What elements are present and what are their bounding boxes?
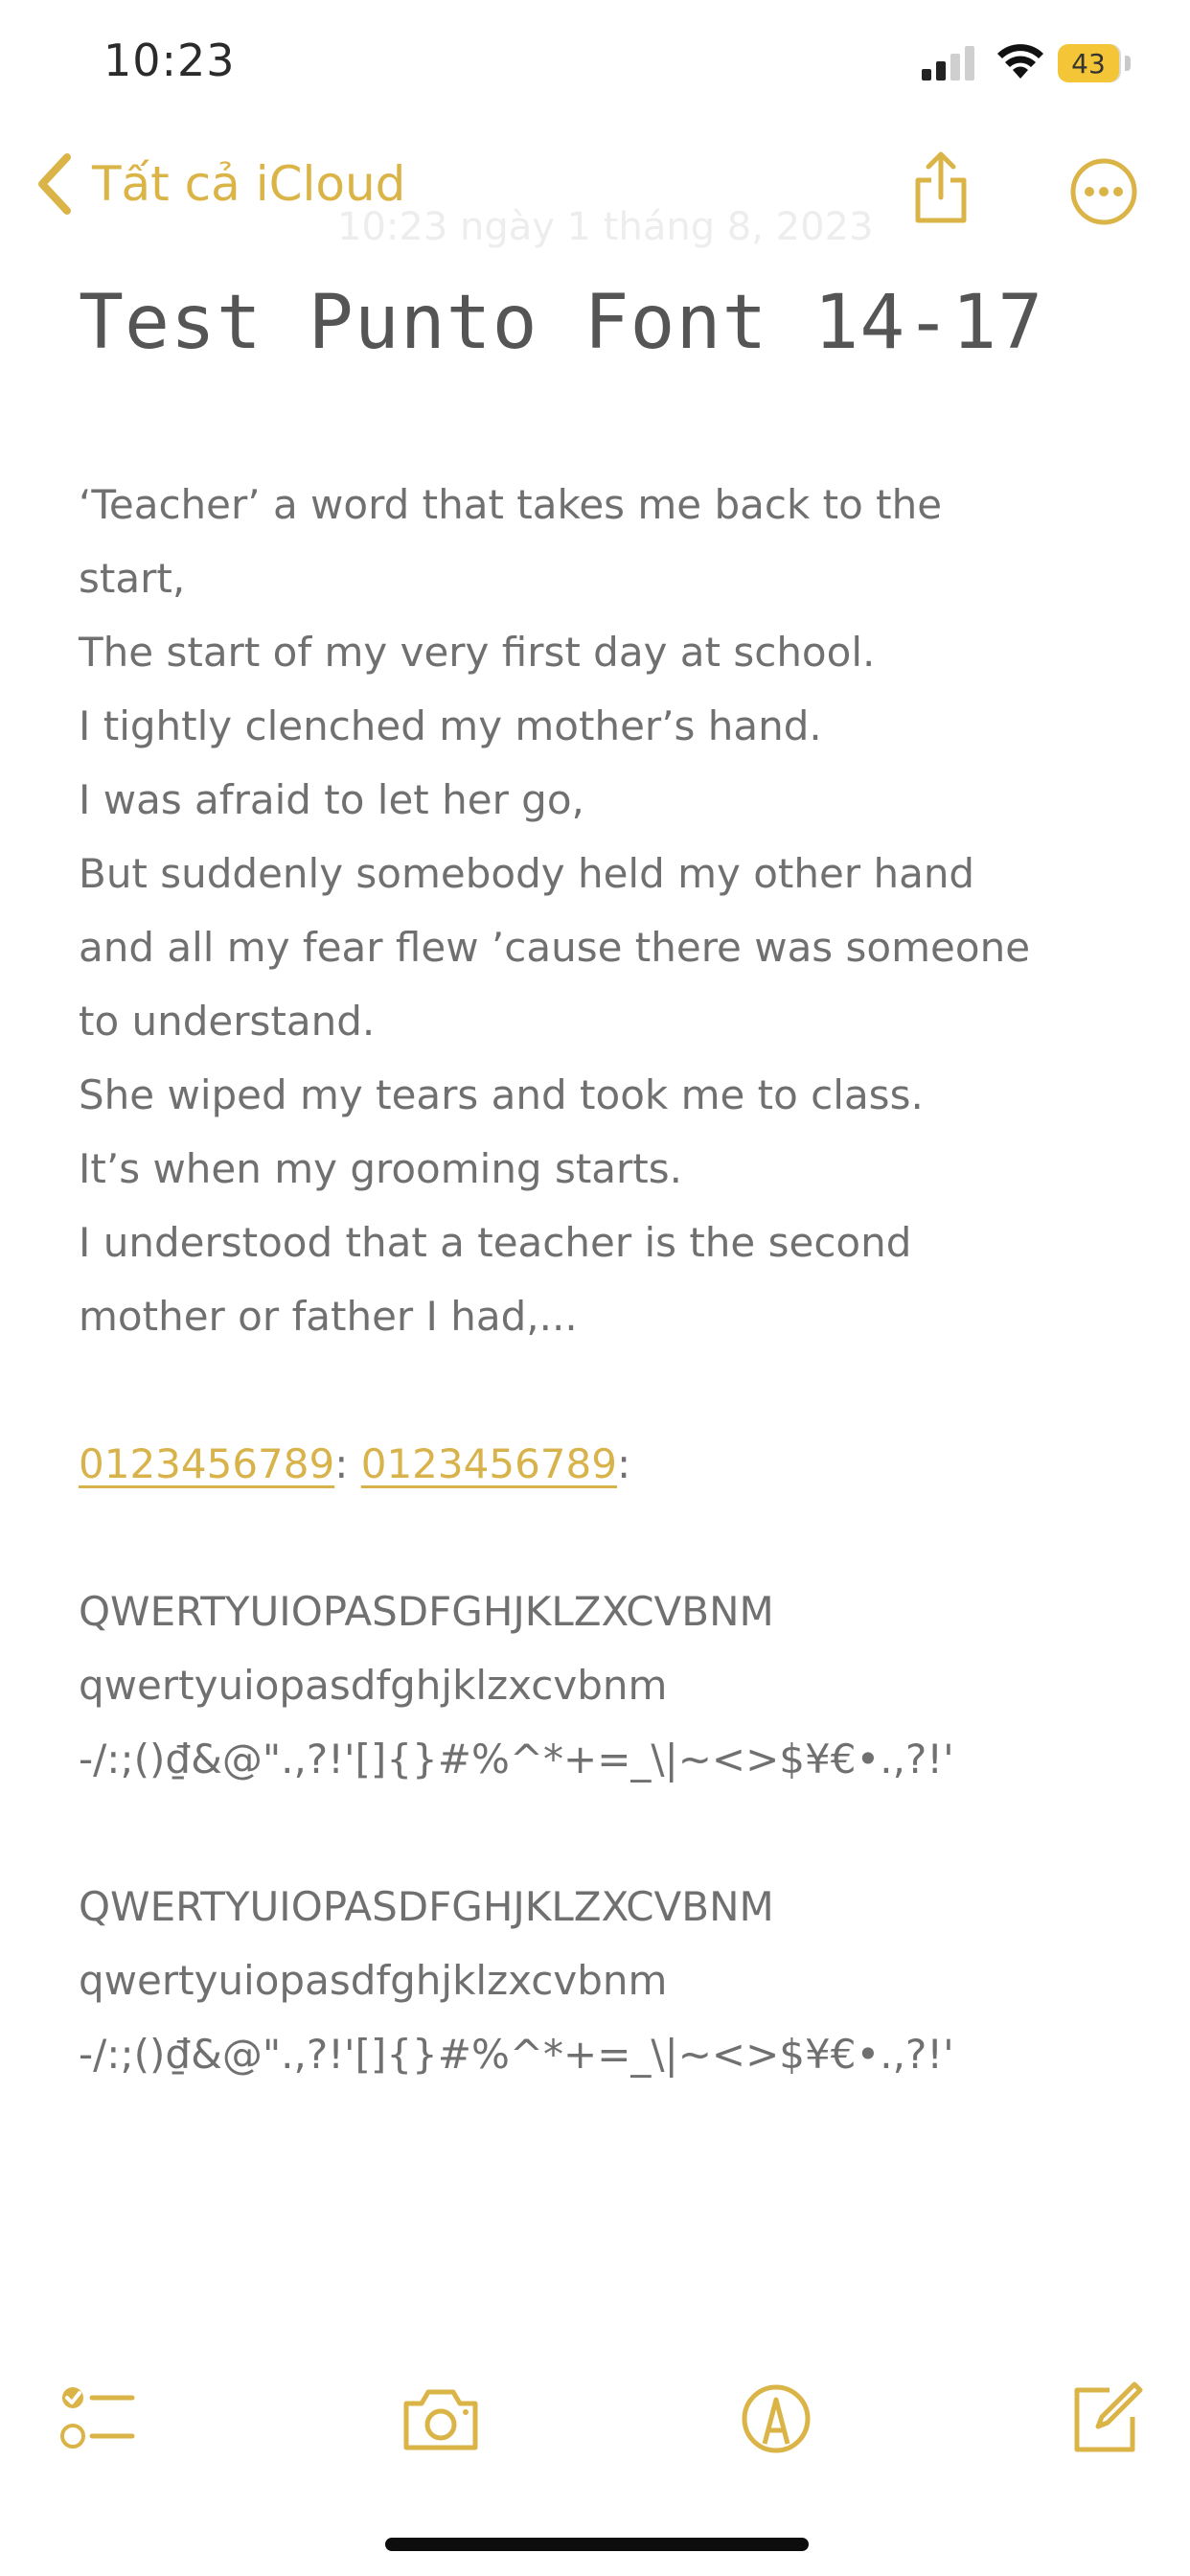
battery-tip <box>1125 56 1131 71</box>
charset-upper: QWERTYUIOPASDFGHJKLZXCVBNM <box>79 1588 774 1635</box>
markup-icon[interactable] <box>738 2380 814 2457</box>
wifi-icon <box>997 44 1043 79</box>
note-line: ‘Teacher’ a word that takes me back to t… <box>79 481 943 528</box>
back-button[interactable]: Tất cả iCloud <box>34 153 405 215</box>
phone-link[interactable]: 0123456789 <box>79 1440 334 1487</box>
note-line: But suddenly somebody held my other hand <box>79 850 975 897</box>
back-label: Tất cả iCloud <box>92 156 406 212</box>
note-title[interactable]: Test Punto Font 14-17 <box>79 280 1043 366</box>
charset-upper: QWERTYUIOPASDFGHJKLZXCVBNM <box>79 1883 774 1930</box>
charset-lower: qwertyuiopasdfghjklzxcvbnm <box>79 1662 668 1709</box>
battery-icon: 43 <box>1058 44 1119 82</box>
phone-link[interactable]: 0123456789 <box>361 1440 617 1487</box>
home-indicator[interactable] <box>385 2538 809 2551</box>
battery-level: 43 <box>1071 47 1106 80</box>
note-line: It’s when my grooming starts. <box>79 1145 682 1192</box>
share-icon[interactable] <box>910 151 972 224</box>
cellular-signal-icon <box>922 46 974 80</box>
status-time: 10:23 <box>103 34 236 86</box>
phone-links-line: 0123456789: 0123456789: <box>79 1427 1133 1501</box>
note-line: I tightly clenched my mother’s hand. <box>79 702 822 749</box>
separator: : <box>334 1440 349 1487</box>
charset-lower: qwertyuiopasdfghjklzxcvbnm <box>79 1957 668 2004</box>
charset-symbols: -/:;()₫&@".,?!'[]{}#%^*+=_\|~<>$¥€•.,?!' <box>79 2031 954 2078</box>
compose-icon[interactable] <box>1067 2380 1144 2457</box>
charset-symbols: -/:;()₫&@".,?!'[]{}#%^*+=_\|~<>$¥€•.,?!' <box>79 1736 954 1782</box>
note-body[interactable]: ‘Teacher’ a word that takes me back to t… <box>79 468 1133 2091</box>
more-icon[interactable] <box>1069 157 1138 226</box>
note-date: 10:23 ngày 1 tháng 8, 2023 <box>337 205 874 249</box>
note-line: mother or father I had,... <box>79 1293 578 1340</box>
note-line: start, <box>79 555 186 602</box>
note-line: She wiped my tears and took me to class. <box>79 1071 924 1118</box>
note-line: and all my fear flew ’cause there was so… <box>79 924 1031 971</box>
trailing-colon: : <box>616 1440 631 1487</box>
note-line: to understand. <box>79 998 376 1045</box>
checklist-icon[interactable] <box>59 2380 136 2457</box>
note-line: The start of my very first day at school… <box>79 629 876 676</box>
chevron-left-icon <box>38 153 71 215</box>
note-line: I was afraid to let her go, <box>79 776 584 823</box>
note-line: I understood that a teacher is the secon… <box>79 1219 912 1266</box>
camera-icon[interactable] <box>400 2380 481 2457</box>
